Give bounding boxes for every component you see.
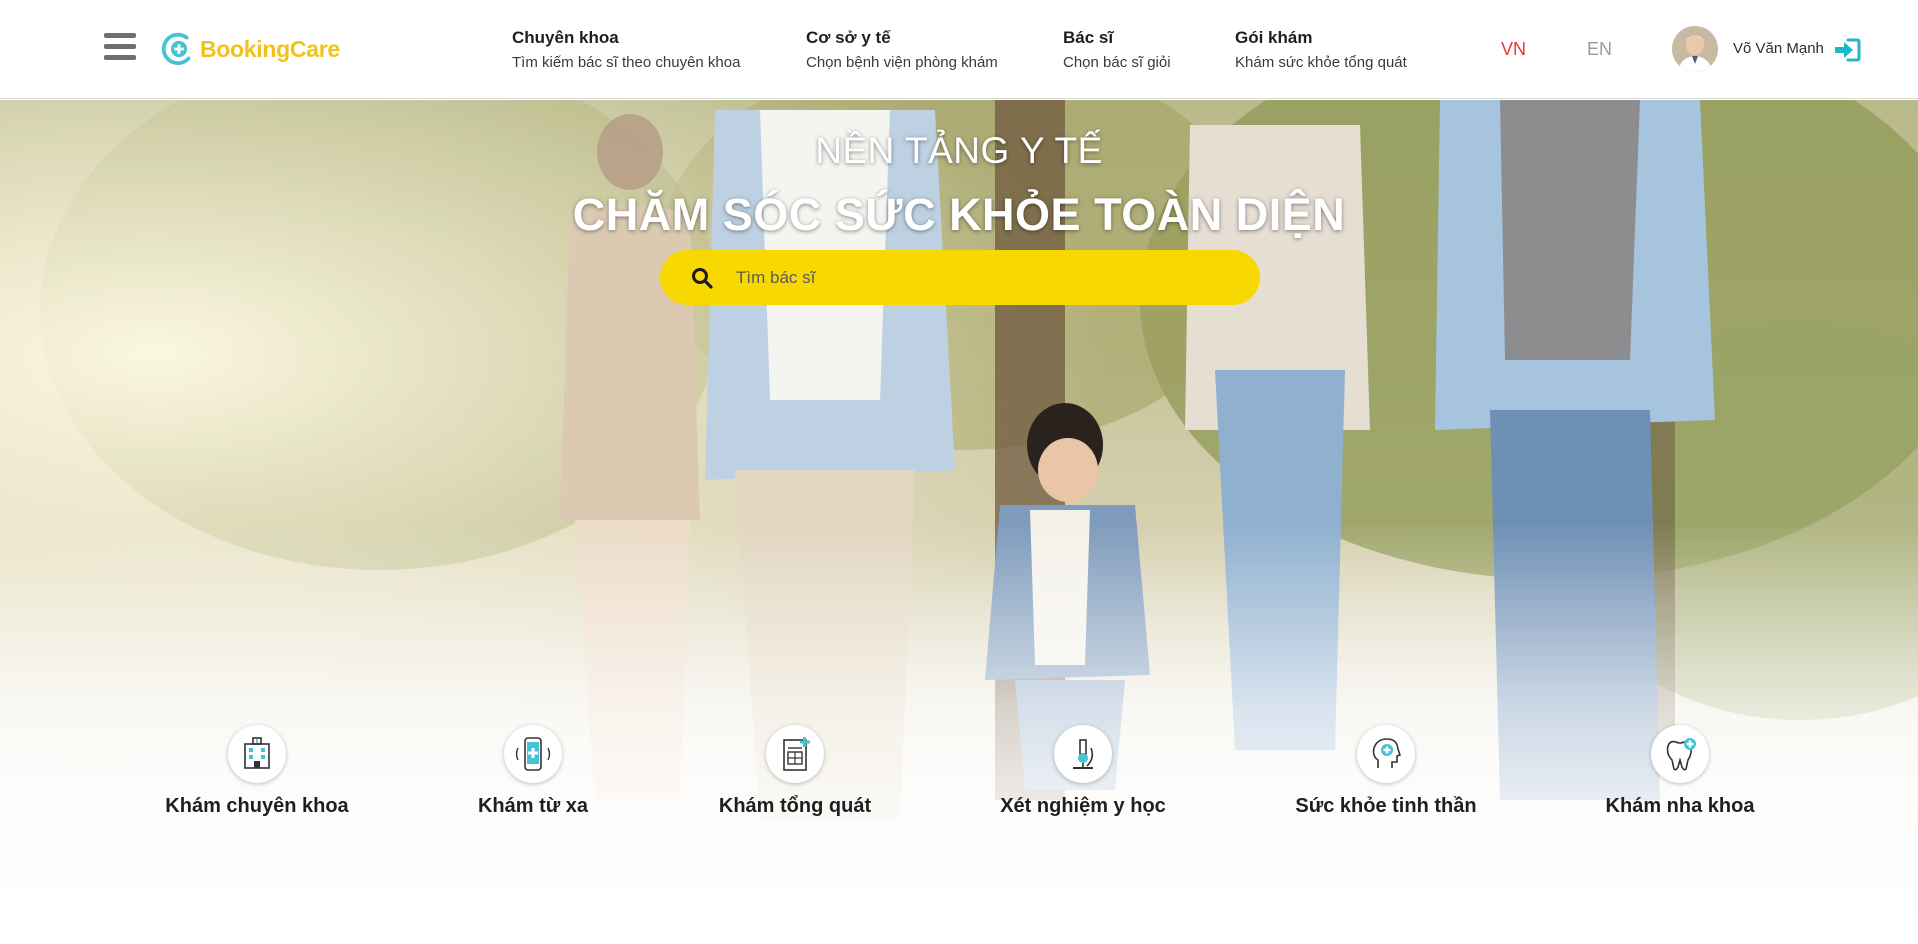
tooth-icon [1651,725,1709,783]
option-remote-exam[interactable]: Khám từ xa [433,725,633,818]
hero-title-line1: NỀN TẢNG Y TẾ [815,130,1103,171]
nav-title: Chuyên khoa [512,28,619,47]
option-dental-exam[interactable]: Khám nha khoa [1580,725,1780,818]
option-label: Khám nha khoa [1605,795,1755,817]
nav-subtitle: Chọn bác sĩ giỏi [1063,54,1171,71]
language-en-button[interactable]: EN [1587,39,1612,60]
option-mental-health[interactable]: Sức khỏe tinh thần [1286,725,1486,818]
option-label: Xét nghiệm y học [1000,795,1166,817]
option-label: Khám tổng quát [718,795,872,817]
nav-title: Cơ sở y tế [806,28,891,47]
mental-health-icon [1357,725,1415,783]
option-label: Khám chuyên khoa [165,795,349,817]
hero-title-line2: CHĂM SÓC SỨC KHỎE TOÀN DIỆN [572,189,1346,240]
option-label: Khám từ xa [477,795,589,817]
nav-item-specialty[interactable]: Chuyên khoa Tìm kiếm bác sĩ theo chuyên … [512,27,740,73]
clipboard-checkup-icon [766,725,824,783]
phone-telemedicine-icon [504,725,562,783]
option-medical-test[interactable]: Xét nghiệm y học [983,725,1183,818]
search-input[interactable] [736,267,1236,288]
nav-subtitle: Tìm kiếm bác sĩ theo chuyên khoa [512,54,741,71]
nav-subtitle: Chọn bệnh viện phòng khám [806,54,998,71]
avatar[interactable] [1672,26,1718,72]
search-icon [692,267,713,289]
search-bar[interactable] [660,250,1260,305]
nav-title: Bác sĩ [1063,28,1114,47]
nav-item-doctor[interactable]: Bác sĩ Chọn bác sĩ giỏi [1063,27,1171,73]
hospital-icon [228,725,286,783]
option-general-exam[interactable]: Khám tổng quát [695,725,895,818]
brand-logo[interactable]: BookingCare [160,27,340,71]
language-vn-button[interactable]: VN [1501,39,1526,60]
logout-icon[interactable] [1833,38,1861,62]
nav-subtitle: Khám sức khỏe tổng quát [1235,54,1407,71]
nav-item-facility[interactable]: Cơ sở y tế Chọn bệnh viện phòng khám [806,27,998,73]
service-options: Khám chuyên khoa Khám từ xa Khám tổng qu… [0,725,1918,835]
hero-banner: NỀN TẢNG Y TẾ CHĂM SÓC SỨC KHỎE TOÀN DIỆ… [0,100,1918,944]
option-specialty-exam[interactable]: Khám chuyên khoa [157,725,357,818]
nav-title: Gói khám [1235,28,1313,47]
hamburger-menu-icon[interactable] [104,33,136,63]
booking-care-logo-icon [161,32,191,66]
option-label: Sức khỏe tinh thần [1295,795,1477,817]
user-name: Võ Văn Mạnh [1733,40,1824,57]
logo-text: BookingCare [200,35,340,62]
top-header: BookingCare Chuyên khoa Tìm kiếm bác sĩ … [0,0,1918,99]
nav-item-package[interactable]: Gói khám Khám sức khỏe tổng quát [1235,27,1407,73]
user-avatar-icon [1672,26,1718,72]
microscope-icon [1054,725,1112,783]
